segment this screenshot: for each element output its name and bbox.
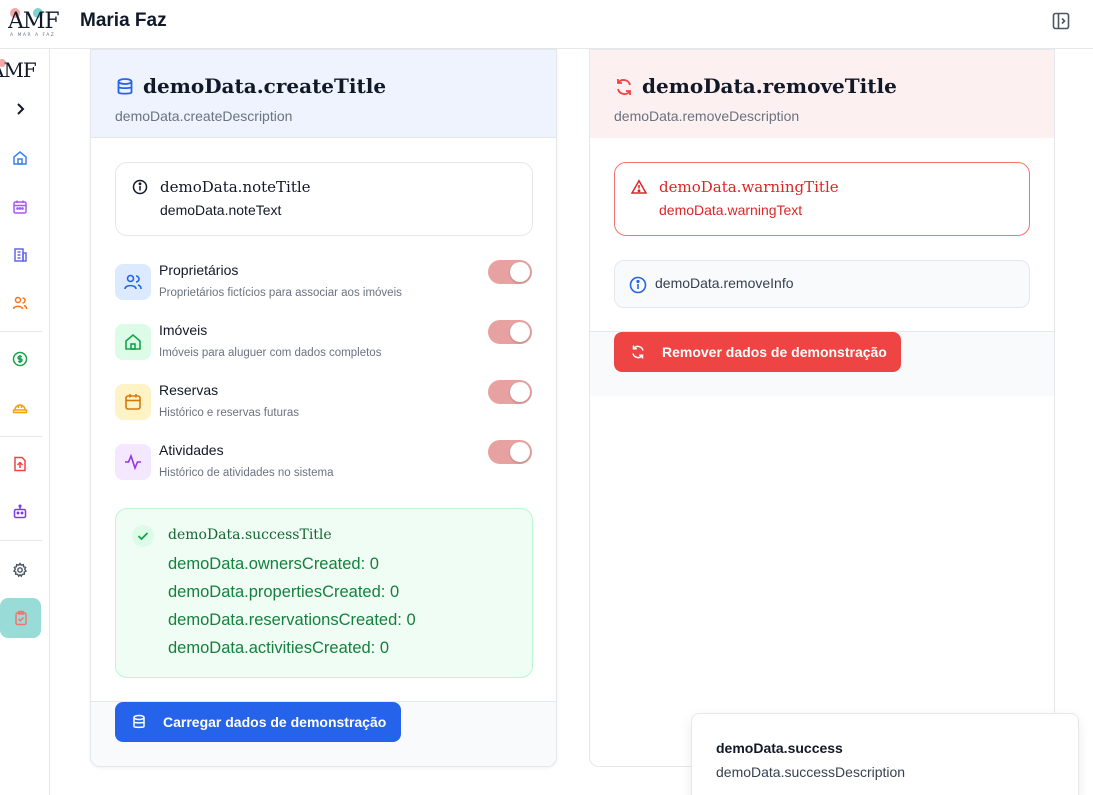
sidebar-item-assistant[interactable] <box>10 502 30 522</box>
home-icon <box>115 324 151 360</box>
remove-info-text: demoData.removeInfo <box>655 275 794 291</box>
owners-toggle[interactable] <box>488 260 532 284</box>
sidebar-item-properties[interactable] <box>10 245 30 265</box>
button-label: Remover dados de demonstração <box>662 344 887 360</box>
owners-created-count: demoData.ownersCreated: 0 <box>168 555 379 573</box>
database-icon <box>115 77 135 97</box>
remove-card-header: demoData.removeTitle demoData.removeDesc… <box>590 50 1054 138</box>
toggle-knob <box>510 442 530 462</box>
remove-card-title: demoData.removeTitle <box>642 74 897 98</box>
create-card-header: demoData.createTitle demoData.createDesc… <box>91 50 556 138</box>
svg-text:AMF: AMF <box>8 9 59 34</box>
info-icon <box>629 276 647 294</box>
sidebar-item-upload[interactable] <box>10 454 30 474</box>
sidebar-item-home[interactable] <box>10 148 30 168</box>
dollar-icon <box>12 351 28 367</box>
note-text: demoData.noteText <box>160 202 282 218</box>
sidebar-divider <box>0 436 42 437</box>
sidebar-item-finance[interactable] <box>10 349 30 369</box>
hardhat-icon <box>12 404 28 414</box>
info-icon <box>132 179 148 195</box>
load-demo-data-button[interactable]: Carregar dados de demonstração <box>115 702 401 742</box>
reservations-created-count: demoData.reservationsCreated: 0 <box>168 611 416 629</box>
create-card-title: demoData.createTitle <box>143 74 387 98</box>
clipboard-icon <box>14 610 27 626</box>
option-description: Histórico de atividades no sistema <box>159 467 334 479</box>
remove-info-box: demoData.removeInfo <box>614 260 1030 308</box>
calendar-icon <box>13 200 27 214</box>
option-reservations: Reservas Histórico e reservas futuras <box>115 380 533 430</box>
remove-card-footer: Remover dados de demonstração <box>590 331 1054 396</box>
warning-icon <box>630 179 648 195</box>
sidebar-divider <box>0 331 42 332</box>
sidebar: AMF <box>0 49 50 795</box>
option-description: Histórico e reservas futuras <box>159 407 299 419</box>
sidebar-item-demo-data[interactable] <box>0 598 41 638</box>
warning-title: demoData.warningTitle <box>659 178 839 196</box>
users-icon <box>115 264 151 300</box>
option-label: Proprietários <box>159 262 239 278</box>
building-icon <box>14 248 27 262</box>
option-owners: Proprietários Proprietários fictícios pa… <box>115 260 533 310</box>
sidebar-divider <box>0 540 42 541</box>
remove-card-description: demoData.removeDescription <box>614 108 800 124</box>
panel-toggle-icon[interactable] <box>1051 11 1071 31</box>
note-box: demoData.noteTitle demoData.noteText <box>115 162 533 236</box>
home-icon <box>13 151 27 165</box>
sidebar-logo[interactable]: AMF <box>0 57 46 85</box>
create-card-description: demoData.createDescription <box>115 108 293 124</box>
option-label: Reservas <box>159 382 219 398</box>
sidebar-item-owners[interactable] <box>10 293 30 313</box>
reservations-toggle[interactable] <box>488 380 532 404</box>
activities-toggle[interactable] <box>488 440 532 464</box>
success-title: demoData.successTitle <box>168 527 332 543</box>
option-label: Imóveis <box>159 322 208 338</box>
note-title: demoData.noteTitle <box>160 178 311 196</box>
refresh-icon <box>614 77 634 97</box>
calendar-icon <box>115 384 151 420</box>
option-description: Proprietários fictícios para associar ao… <box>159 287 402 299</box>
sidebar-item-calendar[interactable] <box>10 197 30 217</box>
sidebar-item-settings[interactable] <box>10 560 30 580</box>
create-card-footer: Carregar dados de demonstração <box>91 701 556 766</box>
properties-toggle[interactable] <box>488 320 532 344</box>
toggle-knob <box>510 382 530 402</box>
app-logo[interactable]: AMF A MAR A FAZ <box>7 6 70 38</box>
top-bar: AMF A MAR A FAZ Maria Faz <box>0 0 1093 49</box>
toast-description: demoData.successDescription <box>716 764 906 780</box>
svg-text:AMF: AMF <box>0 58 37 82</box>
option-activities: Atividades Histórico de atividades no si… <box>115 440 533 490</box>
svg-text:A MAR A FAZ: A MAR A FAZ <box>10 32 55 38</box>
success-box: demoData.successTitle demoData.ownersCre… <box>115 508 533 678</box>
gear-icon <box>12 562 28 578</box>
file-upload-icon <box>14 456 26 472</box>
toggle-knob <box>510 262 530 282</box>
chevron-right-icon[interactable] <box>12 101 28 117</box>
option-description: Imóveis para aluguer com dados completos <box>159 347 382 359</box>
remove-demo-data-button[interactable]: Remover dados de demonstração <box>614 332 901 372</box>
refresh-icon <box>630 344 646 360</box>
main-content: demoData.createTitle demoData.createDesc… <box>50 49 1093 795</box>
remove-demo-card: demoData.removeTitle demoData.removeDesc… <box>589 49 1055 767</box>
button-label: Carregar dados de demonstração <box>163 714 387 730</box>
properties-created-count: demoData.propertiesCreated: 0 <box>168 583 400 601</box>
database-icon <box>131 714 147 730</box>
activity-icon <box>115 444 151 480</box>
app-title: Maria Faz <box>80 10 167 31</box>
option-label: Atividades <box>159 442 224 458</box>
warning-box: demoData.warningTitle demoData.warningTe… <box>614 162 1030 236</box>
option-properties: Imóveis Imóveis para aluguer com dados c… <box>115 320 533 370</box>
sidebar-item-maintenance[interactable] <box>10 397 30 417</box>
bot-icon <box>13 504 27 519</box>
success-toast[interactable]: demoData.success demoData.successDescrip… <box>691 713 1079 795</box>
warning-text: demoData.warningText <box>659 202 803 218</box>
toggle-knob <box>510 322 530 342</box>
toast-title: demoData.success <box>716 740 843 756</box>
activities-created-count: demoData.activitiesCreated: 0 <box>168 639 390 657</box>
create-demo-card: demoData.createTitle demoData.createDesc… <box>90 49 557 767</box>
check-icon <box>132 525 154 547</box>
users-icon <box>12 296 28 310</box>
